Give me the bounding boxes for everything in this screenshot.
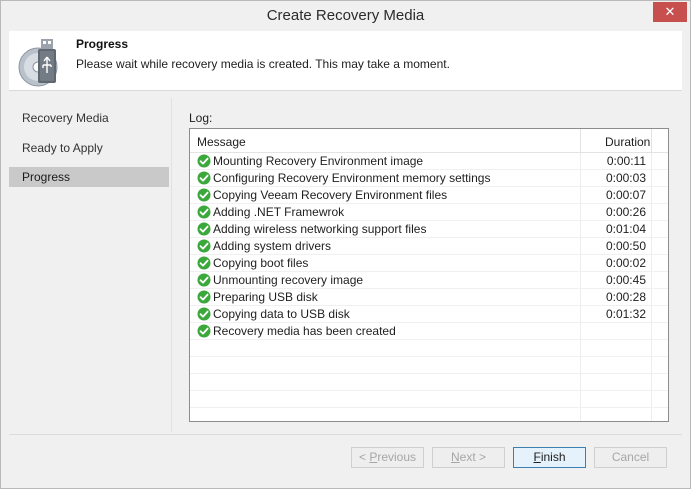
success-check-icon — [197, 205, 211, 219]
previous-label: revious — [377, 450, 417, 464]
log-row[interactable]: Copying data to USB disk 0:01:32 — [190, 306, 668, 323]
log-duration: 0:00:45 — [605, 273, 646, 287]
finish-mnemonic: F — [533, 450, 541, 464]
usb-disc-icon — [18, 39, 58, 87]
log-duration: 0:00:03 — [605, 171, 646, 185]
log-label: Log: — [189, 111, 213, 125]
page-title: Progress — [76, 37, 129, 51]
log-message: Preparing USB disk — [213, 290, 318, 304]
log-message: Configuring Recovery Environment memory … — [213, 171, 491, 185]
empty-log-row — [190, 357, 668, 374]
log-duration: 0:01:32 — [605, 307, 646, 321]
empty-log-row — [190, 340, 668, 357]
next-button[interactable]: Next > — [432, 447, 505, 468]
log-row[interactable]: Adding .NET Framewrok 0:00:26 — [190, 204, 668, 221]
create-recovery-media-window: Create Recovery Media ✕ Progress Please … — [0, 0, 691, 489]
success-check-icon — [197, 171, 211, 185]
next-suffix: > — [475, 450, 487, 464]
previous-button[interactable]: < Previous — [351, 447, 424, 468]
empty-log-row — [190, 391, 668, 408]
title-bar[interactable]: Create Recovery Media ✕ — [1, 1, 690, 31]
log-row[interactable]: Copying boot files 0:00:02 — [190, 255, 668, 272]
next-label: ext — [459, 450, 476, 464]
success-check-icon — [197, 324, 211, 338]
log-duration: 0:00:07 — [605, 188, 646, 202]
log-message: Unmounting recovery image — [213, 273, 364, 287]
success-check-icon — [197, 188, 211, 202]
log-duration: 0:00:02 — [605, 256, 646, 270]
success-check-icon — [197, 273, 211, 287]
next-mnemonic: N — [450, 450, 460, 464]
previous-prefix: < — [358, 450, 370, 464]
wizard-steps: Recovery Media Ready to Apply Progress — [9, 98, 172, 432]
log-message: Mounting Recovery Environment image — [213, 154, 424, 168]
cancel-button[interactable]: Cancel — [594, 447, 667, 468]
log-row[interactable]: Adding wireless networking support files… — [190, 221, 668, 238]
empty-log-row — [190, 408, 668, 421]
log-row[interactable]: Adding system drivers 0:00:50 — [190, 238, 668, 255]
success-check-icon — [197, 239, 211, 253]
step-ready-to-apply[interactable]: Ready to Apply — [9, 138, 169, 158]
log-row[interactable]: Copying Veeam Recovery Environment files… — [190, 187, 668, 204]
log-row[interactable]: Preparing USB disk 0:00:28 — [190, 289, 668, 306]
success-check-icon — [197, 256, 211, 270]
log-message: Copying boot files — [213, 256, 309, 270]
close-button[interactable]: ✕ — [653, 2, 687, 22]
wizard-header: Progress Please wait while recovery medi… — [9, 31, 682, 91]
wizard-footer: < Previous Next > Finish Cancel — [9, 434, 682, 484]
log-duration: 0:00:11 — [606, 154, 646, 168]
log-message: Adding system drivers — [213, 239, 332, 253]
success-check-icon — [197, 307, 211, 321]
empty-log-row — [190, 374, 668, 391]
log-duration: 0:01:04 — [605, 222, 646, 236]
success-check-icon — [197, 290, 211, 304]
message-column-header[interactable]: Message — [197, 135, 246, 149]
column-divider — [651, 129, 652, 153]
log-message: Adding wireless networking support files — [213, 222, 427, 236]
log-row[interactable]: Recovery media has been created — [190, 323, 668, 340]
log-table[interactable]: Message Duration Mounting Recovery Envir… — [189, 128, 669, 422]
duration-column-header[interactable]: Duration — [605, 135, 650, 149]
log-duration: 0:00:50 — [605, 239, 646, 253]
log-message: Adding .NET Framewrok — [213, 205, 345, 219]
page-subtitle: Please wait while recovery media is crea… — [76, 57, 450, 71]
success-check-icon — [197, 222, 211, 236]
log-duration: 0:00:26 — [605, 205, 646, 219]
success-check-icon — [197, 154, 211, 168]
log-duration: 0:00:28 — [605, 290, 646, 304]
step-recovery-media[interactable]: Recovery Media — [9, 108, 169, 128]
finish-label: inish — [540, 450, 566, 464]
log-message: Copying Veeam Recovery Environment files — [213, 188, 448, 202]
column-divider — [580, 129, 581, 153]
step-progress[interactable]: Progress — [9, 167, 169, 187]
finish-button[interactable]: Finish — [513, 447, 586, 468]
log-row[interactable]: Mounting Recovery Environment image 0:00:… — [190, 153, 668, 170]
log-message: Copying data to USB disk — [213, 307, 350, 321]
close-icon: ✕ — [664, 4, 676, 19]
log-row[interactable]: Configuring Recovery Environment memory … — [190, 170, 668, 187]
log-row[interactable]: Unmounting recovery image 0:00:45 — [190, 272, 668, 289]
window-title: Create Recovery Media — [266, 7, 425, 24]
log-message: Recovery media has been created — [213, 324, 396, 338]
log-table-header: Message Duration — [190, 129, 668, 153]
progress-panel: Log: Message Duration Mounting Recovery … — [175, 98, 682, 432]
